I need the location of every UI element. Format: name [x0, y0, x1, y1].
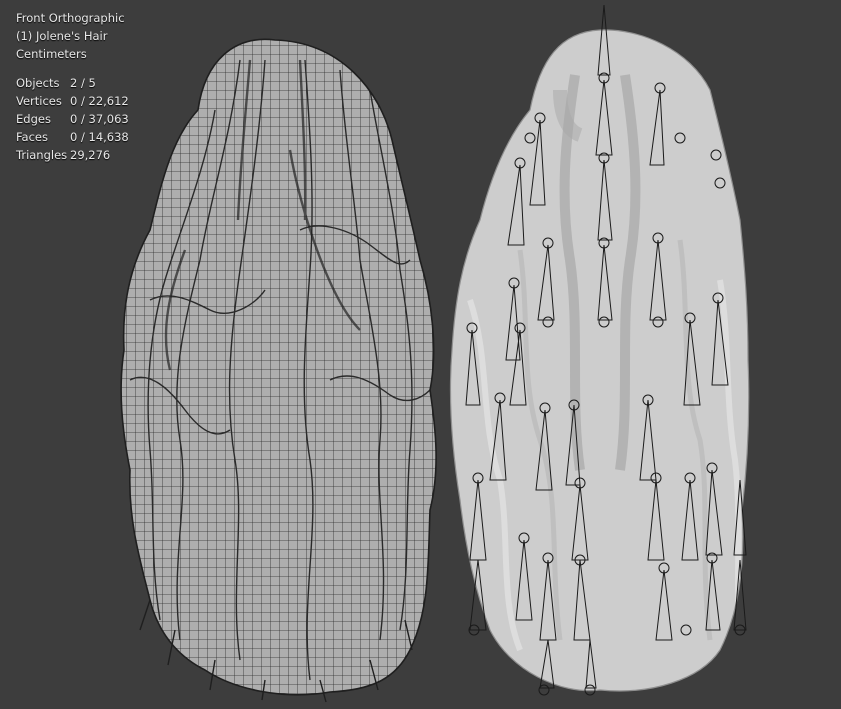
stat-label: Faces: [16, 130, 48, 144]
units-label: Centimeters: [16, 47, 87, 61]
stat-value: 0 / 37,063: [70, 112, 129, 126]
viewport-info-overlay: Front Orthographic (1) Jolene's Hair Cen…: [16, 9, 129, 164]
stat-value: 2 / 5: [70, 76, 96, 90]
scene-statistics: Objects 2 / 5 Vertices 0 / 22,612 Edges …: [16, 74, 129, 164]
stat-row-objects: Objects 2 / 5: [16, 74, 129, 92]
stat-value: 29,276: [70, 148, 111, 162]
solid-hair-mesh[interactable]: [449, 29, 750, 692]
stat-label: Objects: [16, 76, 60, 90]
view-name: Front Orthographic: [16, 11, 125, 25]
stat-row-edges: Edges 0 / 37,063: [16, 110, 129, 128]
active-object-name: (1) Jolene's Hair: [16, 29, 108, 43]
stat-label: Vertices: [16, 94, 62, 108]
wireframe-hair-mesh[interactable]: [110, 30, 450, 709]
stat-row-triangles: Triangles 29,276: [16, 146, 129, 164]
stat-value: 0 / 14,638: [70, 130, 129, 144]
stat-label: Triangles: [16, 148, 68, 162]
stat-row-vertices: Vertices 0 / 22,612: [16, 92, 129, 110]
stat-label: Edges: [16, 112, 51, 126]
3d-viewport[interactable]: Front Orthographic (1) Jolene's Hair Cen…: [0, 0, 841, 709]
stat-row-faces: Faces 0 / 14,638: [16, 128, 129, 146]
stat-value: 0 / 22,612: [70, 94, 129, 108]
